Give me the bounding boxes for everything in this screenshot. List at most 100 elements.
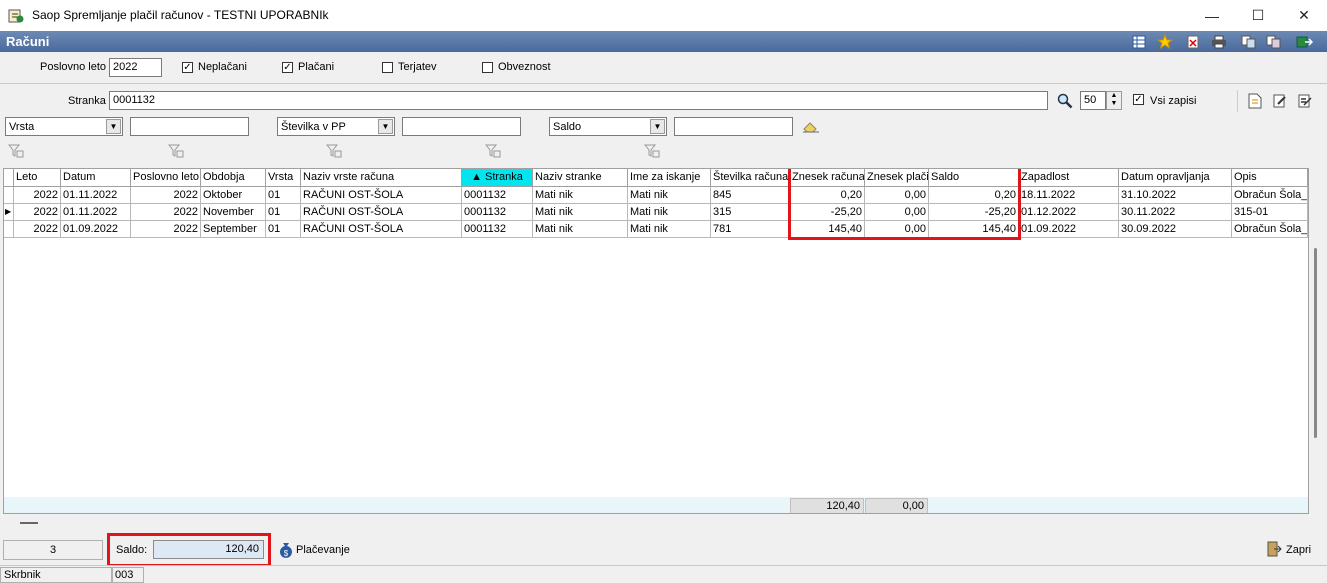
column-header[interactable]: Opis (1232, 169, 1308, 187)
exit-icon[interactable] (1295, 33, 1313, 51)
poslovno-leto-input[interactable]: 2022 (109, 58, 162, 77)
filter-text-1[interactable] (130, 117, 249, 136)
table-cell[interactable]: 01 (266, 187, 301, 204)
delete-icon[interactable] (1184, 33, 1202, 51)
table-cell[interactable]: 2022 (131, 204, 201, 221)
filter-combo-2[interactable]: Številka v PP ▼ (277, 117, 395, 136)
table-cell[interactable]: 2022 (131, 187, 201, 204)
column-header[interactable]: Obdobja (201, 169, 266, 187)
grid-icon[interactable] (1130, 33, 1148, 51)
table-cell[interactable]: Mati nik (628, 187, 711, 204)
table-cell[interactable]: 781 (711, 221, 790, 238)
table-cell[interactable]: Mati nik (628, 204, 711, 221)
invoice-table[interactable]: Leto Datum Poslovno leto Obdobja Vrsta Naziv … (3, 168, 1309, 514)
column-header[interactable]: Številka računa (711, 169, 790, 187)
table-cell[interactable]: 01 (266, 204, 301, 221)
table-cell[interactable]: Obračun Šola_s (1232, 221, 1308, 238)
column-header[interactable]: Datum opravljanja (1119, 169, 1232, 187)
table-cell[interactable]: 0001132 (462, 187, 533, 204)
table-cell[interactable]: Mati nik (533, 204, 628, 221)
filter-text-2[interactable] (402, 117, 521, 136)
minimize-button[interactable]: — (1189, 0, 1235, 31)
table-cell[interactable]: 2022 (131, 221, 201, 238)
star-icon[interactable] (1156, 33, 1174, 51)
edit-icon[interactable] (1273, 93, 1287, 112)
table-cell[interactable]: 315 (711, 204, 790, 221)
filter-combo-3[interactable]: Saldo ▼ (549, 117, 667, 136)
maximize-button[interactable]: ☐ (1235, 0, 1281, 31)
placevanje-button[interactable]: Plačevanje (296, 544, 350, 556)
table-cell[interactable]: 18.11.2022 (1019, 187, 1119, 204)
table-cell[interactable]: RAČUNI OST-ŠOLA (301, 221, 462, 238)
column-header[interactable]: Znesek plačil (865, 169, 929, 187)
obveznost-checkbox[interactable] (482, 62, 493, 73)
column-header[interactable]: Vrsta (266, 169, 301, 187)
zapri-button[interactable]: Zapri (1286, 544, 1311, 556)
table-cell[interactable]: 0001132 (462, 221, 533, 238)
scrollbar-thumb[interactable] (1314, 248, 1317, 438)
copy-icon[interactable] (1240, 33, 1258, 51)
filter-icon[interactable] (7, 144, 24, 158)
table-cell[interactable]: Mati nik (533, 187, 628, 204)
column-header[interactable]: Poslovno leto (131, 169, 201, 187)
row-indicator[interactable] (4, 187, 14, 204)
edit-list-icon[interactable] (1298, 93, 1312, 112)
column-header[interactable]: Ime za iskanje (628, 169, 711, 187)
table-cell[interactable]: Mati nik (533, 221, 628, 238)
column-header[interactable]: Znesek računa (790, 169, 865, 187)
row-indicator[interactable]: ▶ (4, 204, 14, 221)
column-header[interactable]: ▲ Stranka (462, 169, 533, 187)
table-cell[interactable]: RAČUNI OST-ŠOLA (301, 204, 462, 221)
print-icon[interactable] (1210, 33, 1228, 51)
table-cell[interactable]: 145,40 (790, 221, 865, 238)
table-cell[interactable]: 01.09.2022 (1019, 221, 1119, 238)
filter-text-3[interactable] (674, 117, 793, 136)
copy2-icon[interactable] (1265, 33, 1283, 51)
table-cell[interactable]: 145,40 (929, 221, 1019, 238)
terjatev-checkbox[interactable] (382, 62, 393, 73)
table-cell[interactable]: 0001132 (462, 204, 533, 221)
eraser-icon[interactable] (802, 121, 820, 136)
column-header[interactable]: Datum (61, 169, 131, 187)
column-header[interactable]: Naziv vrste računa (301, 169, 462, 187)
money-bag-icon[interactable]: $ (278, 541, 294, 559)
filter-combo-1[interactable]: Vrsta ▼ (5, 117, 123, 136)
table-cell[interactable]: -25,20 (790, 204, 865, 221)
table-cell[interactable]: 2022 (14, 204, 61, 221)
table-cell[interactable]: 0,00 (865, 221, 929, 238)
vertical-scrollbar[interactable] (1309, 168, 1324, 514)
record-count-input[interactable]: 50 (1080, 91, 1106, 110)
filter-icon[interactable] (325, 144, 342, 158)
table-cell[interactable]: 01.12.2022 (1019, 204, 1119, 221)
table-cell[interactable]: 01.11.2022 (61, 204, 131, 221)
table-cell[interactable]: 0,20 (790, 187, 865, 204)
row-indicator[interactable] (4, 221, 14, 238)
table-cell[interactable]: 30.11.2022 (1119, 204, 1232, 221)
placani-checkbox[interactable]: ✓ (282, 62, 293, 73)
neplacani-checkbox[interactable]: ✓ (182, 62, 193, 73)
table-cell[interactable]: 845 (711, 187, 790, 204)
stranka-input[interactable]: 0001132 (109, 91, 1048, 110)
vsi-zapisi-checkbox[interactable]: ✓ (1133, 94, 1144, 105)
table-cell[interactable]: 01.11.2022 (61, 187, 131, 204)
table-cell[interactable]: -25,20 (929, 204, 1019, 221)
filter-icon[interactable] (643, 144, 660, 158)
table-cell[interactable]: Mati nik (628, 221, 711, 238)
column-header[interactable]: Naziv stranke (533, 169, 628, 187)
filter-icon[interactable] (484, 144, 501, 158)
table-cell[interactable]: 0,00 (865, 204, 929, 221)
table-cell[interactable]: 2022 (14, 187, 61, 204)
table-cell[interactable]: Obračun Šola_o (1232, 187, 1308, 204)
table-cell[interactable]: 01.09.2022 (61, 221, 131, 238)
table-cell[interactable]: Oktober (201, 187, 266, 204)
table-cell[interactable]: RAČUNI OST-ŠOLA (301, 187, 462, 204)
table-cell[interactable]: 0,00 (865, 187, 929, 204)
door-exit-icon[interactable] (1266, 541, 1282, 557)
close-button[interactable]: ✕ (1281, 0, 1327, 31)
table-cell[interactable]: 315-01 (1232, 204, 1308, 221)
record-count-spinner[interactable]: ▲ ▼ (1106, 91, 1122, 110)
column-header[interactable]: Leto (14, 169, 61, 187)
table-cell[interactable]: 0,20 (929, 187, 1019, 204)
column-header[interactable]: Zapadlost (1019, 169, 1119, 187)
filter-icon[interactable] (167, 144, 184, 158)
